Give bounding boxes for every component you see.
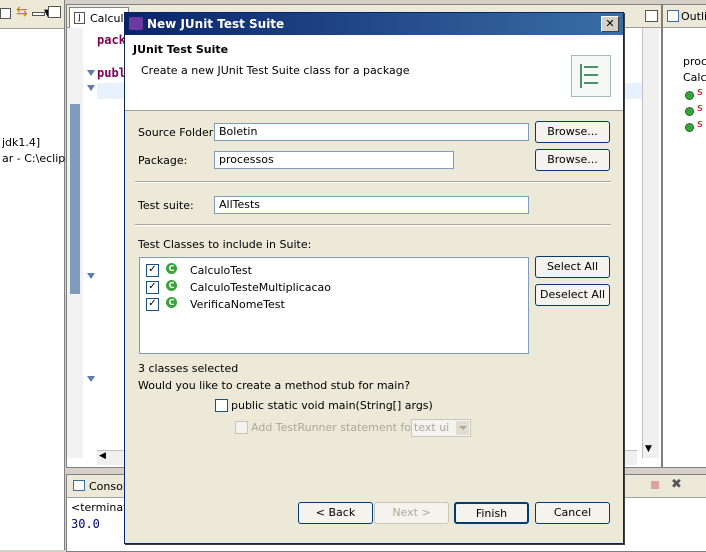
editor-maximize-icon[interactable] bbox=[645, 10, 658, 22]
finish-button[interactable]: Finish bbox=[454, 502, 529, 524]
class-checkbox[interactable]: ✓ bbox=[146, 264, 159, 277]
outline-view: Outli proc Calcu s s s bbox=[662, 4, 706, 468]
link-editor-icon[interactable]: ⇆ bbox=[16, 4, 28, 20]
fold-toggle-icon[interactable] bbox=[87, 70, 95, 76]
fold-toggle-icon[interactable] bbox=[87, 376, 95, 382]
selected-count: 3 classes selected bbox=[138, 362, 239, 375]
wizard-page-description: Create a new JUnit Test Suite class for … bbox=[141, 64, 410, 77]
package-label: Package: bbox=[138, 154, 188, 167]
code-line-package[interactable]: pack bbox=[97, 33, 126, 47]
editor-tab-calculo[interactable]: J Calculo bbox=[69, 7, 130, 28]
outline-member[interactable]: s bbox=[697, 117, 703, 130]
outline-item-class[interactable]: Calcu bbox=[683, 71, 706, 84]
editor-gutter bbox=[67, 28, 83, 458]
method-icon bbox=[685, 91, 694, 100]
cancel-button[interactable]: Cancel bbox=[535, 502, 610, 524]
gutter-marker bbox=[70, 104, 80, 294]
outline-icon bbox=[667, 10, 679, 22]
minimize-icon[interactable] bbox=[32, 12, 45, 16]
class-checkbox[interactable]: ✓ bbox=[146, 281, 159, 294]
eclipse-icon bbox=[129, 17, 143, 30]
browse-source-folder-button[interactable]: Browse... bbox=[535, 121, 610, 143]
fold-toggle-icon[interactable] bbox=[87, 273, 95, 279]
class-name: CalculoTesteMultiplicacao bbox=[190, 281, 332, 294]
testrunner-select[interactable]: text ui bbox=[411, 419, 471, 437]
testrunner-checkbox[interactable] bbox=[235, 421, 248, 434]
source-folder-input[interactable]: Boletin bbox=[214, 123, 529, 141]
terminate-icon[interactable] bbox=[651, 481, 659, 489]
test-classes-list[interactable]: ✓ C CalculoTest ✓ C CalculoTesteMultipli… bbox=[139, 257, 529, 354]
code-line-public[interactable]: publ bbox=[97, 66, 126, 80]
class-checkbox[interactable]: ✓ bbox=[146, 298, 159, 311]
separator bbox=[135, 224, 611, 226]
fold-toggle-icon[interactable] bbox=[87, 85, 95, 91]
source-folder-label: Source Folder: bbox=[138, 126, 217, 139]
dialog-title: New JUnit Test Suite bbox=[147, 17, 285, 31]
list-item[interactable]: ✓ C VerificaNomeTest bbox=[146, 296, 516, 313]
new-junit-test-suite-dialog: New JUnit Test Suite ✕ JUnit Test Suite … bbox=[124, 12, 624, 544]
outline-tab-bar: Outli bbox=[663, 5, 706, 28]
dialog-titlebar[interactable]: New JUnit Test Suite ✕ bbox=[125, 13, 623, 35]
test-suite-wizard-icon bbox=[571, 55, 611, 97]
back-button[interactable]: < Back bbox=[298, 502, 373, 524]
collapse-all-icon[interactable] bbox=[0, 8, 11, 19]
maximize-icon[interactable] bbox=[48, 6, 61, 18]
class-name: CalculoTest bbox=[190, 264, 252, 277]
editor-vertical-scrollbar[interactable]: ▼ bbox=[642, 28, 659, 458]
test-suite-input[interactable]: AllTests bbox=[214, 196, 529, 214]
next-button[interactable]: Next > bbox=[374, 502, 449, 524]
separator bbox=[135, 181, 611, 183]
outline-tab-label[interactable]: Outli bbox=[681, 10, 706, 23]
main-stub-checkbox[interactable] bbox=[215, 399, 228, 412]
class-icon: C bbox=[166, 263, 177, 274]
test-suite-label: Test suite: bbox=[138, 199, 194, 212]
console-icon bbox=[73, 480, 85, 491]
chevron-down-icon[interactable] bbox=[456, 421, 469, 435]
list-item[interactable]: ✓ C CalculoTesteMultiplicacao bbox=[146, 279, 516, 296]
outline-item-package[interactable]: proc bbox=[683, 55, 706, 68]
java-file-icon: J bbox=[74, 12, 85, 24]
class-name: VerificaNomeTest bbox=[190, 298, 285, 311]
outline-member[interactable]: s bbox=[697, 85, 703, 98]
testrunner-label: Add TestRunner statement for: bbox=[251, 421, 420, 434]
deselect-all-button[interactable]: Deselect All bbox=[535, 284, 610, 306]
scroll-down-icon[interactable]: ▼ bbox=[645, 444, 652, 454]
select-all-button[interactable]: Select All bbox=[535, 256, 610, 278]
overview-ruler bbox=[83, 28, 97, 458]
close-icon[interactable]: ✕ bbox=[601, 16, 619, 32]
testrunner-selected-value: text ui bbox=[414, 421, 450, 434]
wizard-page-title: JUnit Test Suite bbox=[133, 43, 229, 56]
package-explorer-pane: ⇆ ▼ jdk1.4] ar - C:\eclipse bbox=[0, 0, 78, 550]
class-icon: C bbox=[166, 280, 177, 291]
list-item[interactable]: ✓ C CalculoTest bbox=[146, 262, 516, 279]
main-stub-label[interactable]: public static void main(String[] args) bbox=[231, 399, 433, 412]
method-icon bbox=[685, 123, 694, 132]
main-stub-question: Would you like to create a method stub f… bbox=[138, 379, 411, 392]
browse-package-button[interactable]: Browse... bbox=[535, 149, 610, 171]
method-icon bbox=[685, 107, 694, 116]
wizard-header: JUnit Test Suite Create a new JUnit Test… bbox=[125, 35, 623, 111]
remove-launches-icon[interactable]: ✖ bbox=[671, 477, 682, 492]
console-output: 30.0 bbox=[71, 517, 100, 531]
tree-item-jre[interactable]: jdk1.4] bbox=[2, 136, 40, 149]
class-icon: C bbox=[166, 297, 177, 308]
scroll-left-icon[interactable]: ◀ bbox=[99, 451, 106, 461]
outline-member[interactable]: s bbox=[697, 101, 703, 114]
test-classes-label: Test Classes to include in Suite: bbox=[138, 238, 312, 251]
package-input[interactable]: processos bbox=[214, 151, 454, 169]
